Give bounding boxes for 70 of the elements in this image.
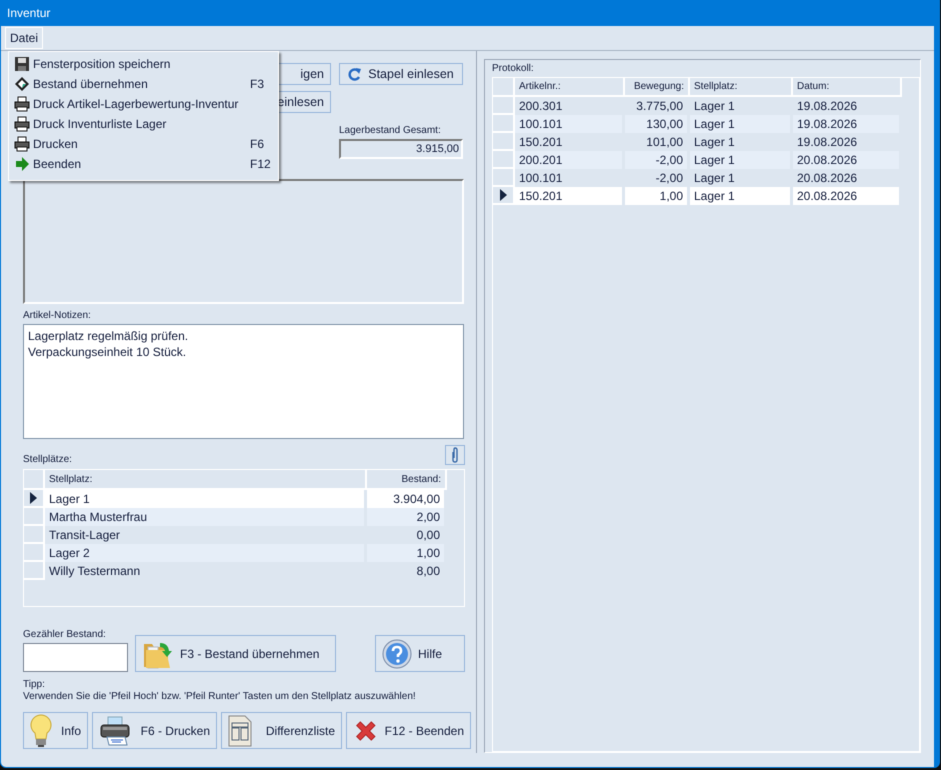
table-row[interactable]: 200.201 -2,00 Lager 1 20.08.2026: [493, 151, 919, 169]
field-label: Gezähler Bestand:: [23, 629, 107, 640]
column-header[interactable]: Bewegung:: [625, 78, 690, 97]
info-button[interactable]: Info: [23, 712, 88, 749]
table-cell: -2,00: [625, 151, 690, 169]
printer-icon: [14, 136, 30, 152]
printer-icon: [14, 116, 30, 132]
light-bulb-icon: [30, 714, 52, 748]
table-cell: 100.101: [515, 115, 625, 133]
field-label: Artikel-Notizen:: [23, 310, 92, 321]
table-cell: Lager 1: [690, 151, 793, 169]
table-cell: 8,00: [367, 562, 447, 580]
table-cell: 20.08.2026: [793, 151, 902, 169]
table-cell: 130,00: [625, 115, 690, 133]
report-button[interactable]: Differenzliste: [221, 712, 342, 749]
menu-item[interactable]: Fensterposition speichern: [11, 54, 276, 74]
table-cell: 3.904,00: [367, 490, 447, 508]
table-row[interactable]: Lager 2 1,00: [24, 544, 464, 562]
tag-icon: [14, 76, 30, 92]
toolbar-button[interactable]: Stapel einlesen: [339, 63, 463, 85]
table-row[interactable]: Willy Testermann 8,00: [24, 562, 464, 580]
table-cell: 2,00: [367, 508, 447, 526]
row-pointer-icon: [30, 492, 37, 504]
document-icon: [228, 714, 252, 746]
notes-field[interactable]: Lagerplatz regelmäßig prüfen. Verpackungseinheit 10 Stück.: [23, 324, 464, 439]
attach-button[interactable]: [445, 445, 465, 465]
print-button[interactable]: F6 - Drucken: [92, 712, 217, 749]
menu-item[interactable]: Druck Artikel-Lagerbewertung-Inventur: [11, 94, 276, 114]
printer-icon: [14, 96, 30, 112]
refresh-icon: [348, 67, 362, 81]
table-cell: 150.201: [515, 187, 625, 205]
table-cell: 200.201: [515, 151, 625, 169]
help-icon: [382, 638, 412, 668]
table-row[interactable]: 100.101 130,00 Lager 1 19.08.2026: [493, 115, 919, 133]
table-cell: Willy Testermann: [45, 562, 367, 580]
exit-button[interactable]: F12 - Beenden: [346, 712, 471, 749]
menu-item[interactable]: Druck Inventurliste Lager: [11, 114, 276, 134]
apply-button[interactable]: F3 - Bestand übernehmen: [135, 635, 336, 672]
table-cell: Martha Musterfrau: [45, 508, 367, 526]
column-header[interactable]: Stellplatz:: [690, 78, 793, 97]
right-arrow-icon: [14, 156, 30, 172]
table-cell: 20.08.2026: [793, 187, 902, 205]
table-cell: 19.08.2026: [793, 115, 902, 133]
total-field: 3.915,00: [339, 139, 463, 159]
menu-item[interactable]: Beenden F12: [11, 154, 276, 174]
table-cell: 1,00: [625, 187, 690, 205]
field-label: Lagerbestand Gesamt:: [339, 125, 442, 136]
paperclip-icon: [451, 447, 459, 463]
table-label: Stellplätze:: [23, 454, 72, 465]
column-header[interactable]: Datum:: [793, 78, 902, 97]
help-button[interactable]: Hilfe: [375, 635, 465, 672]
table-label: Protokoll:: [492, 63, 535, 74]
count-input[interactable]: [23, 643, 128, 672]
column-header[interactable]: Artikelnr.:: [515, 78, 625, 97]
table-cell: 1,00: [367, 544, 447, 562]
printer-icon: [99, 714, 131, 746]
table-cell: Lager 2: [45, 544, 367, 562]
menu-button[interactable]: Datei: [5, 27, 44, 49]
table-row[interactable]: 150.201 1,00 Lager 1 20.08.2026: [493, 187, 919, 205]
table-row[interactable]: Lager 1 3.904,00: [24, 490, 464, 508]
row-pointer-icon: [500, 189, 506, 201]
table-row[interactable]: Martha Musterfrau 2,00: [24, 508, 464, 526]
window-title: Inventur: [1, 0, 934, 26]
tip-title: Tipp:: [23, 679, 46, 691]
menu-item[interactable]: Bestand übernehmen F3: [11, 74, 276, 94]
menu-item[interactable]: Drucken F6: [11, 134, 276, 154]
table-cell: Lager 1: [690, 187, 793, 205]
table-cell: Lager 1: [45, 490, 367, 508]
table-cell: Lager 1: [690, 115, 793, 133]
tip-text: Verwenden Sie die 'Pfeil Hoch' bzw. 'Pfeil Runter' Tasten um den Stellplatz auszuwählen!: [23, 691, 417, 703]
